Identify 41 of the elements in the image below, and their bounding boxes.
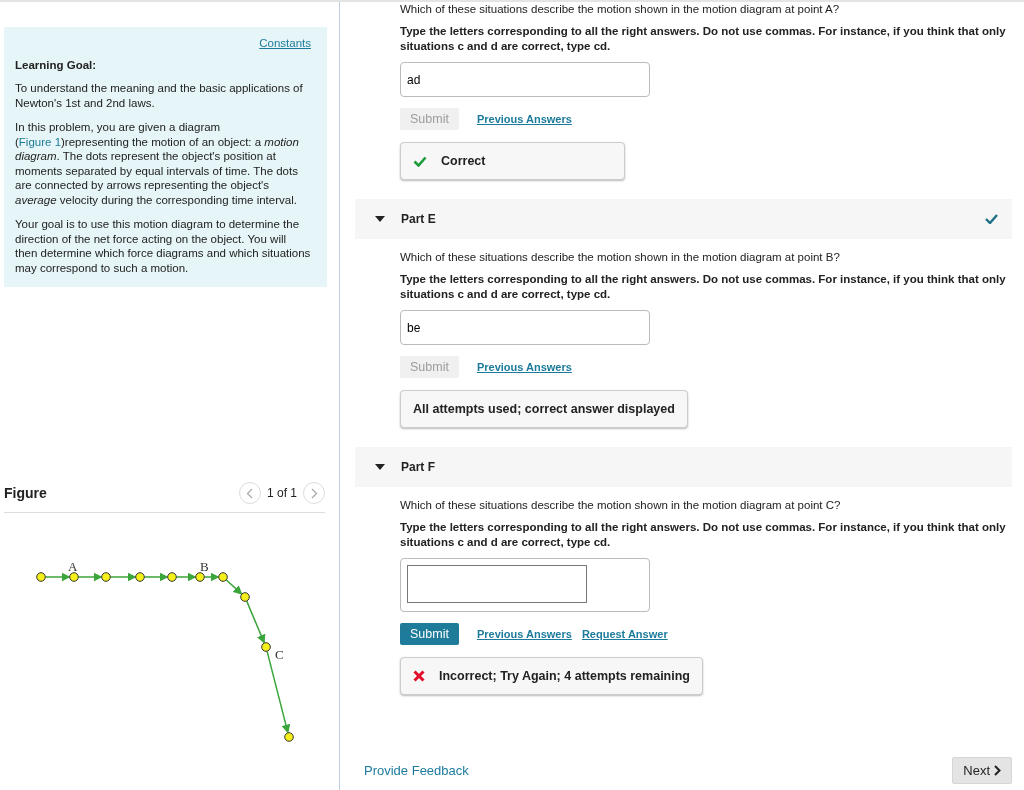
chevron-right-icon	[310, 487, 318, 499]
answer-field[interactable]: be	[400, 310, 650, 345]
intro-paragraph: Your goal is to use this motion diagram to determine the direction of the net force acting on the object. You will then determine which force diagrams and which situations may correspond to such a motion.	[15, 217, 311, 275]
feedback-text: Incorrect; Try Again; 4 attempts remaining	[439, 669, 690, 683]
instruction-text: Type the letters corresponding to all the right answers. Do not use commas. For instance, if you think that only situations c and d are correct, type cd.	[400, 24, 1007, 53]
chevron-left-icon	[246, 487, 254, 499]
goal-heading: Learning Goal:	[15, 59, 98, 71]
feedback-text: Correct	[441, 154, 486, 168]
instruction-text: Type the letters corresponding to all the right answers. Do not use commas. For instance, if you think that only situations c and d are correct, type cd.	[400, 272, 1007, 301]
part-header[interactable]: Part E	[355, 199, 1012, 239]
answer-link[interactable]: Previous Answers	[476, 361, 572, 373]
intro-paragraph: In this problem, you are given a diagram (Figure 1)representing the motion of an object: a motion diagram. The dots represent the object's position at moments separated by equal intervals of time. The dots are connected by arrows representing the object's average velocity during the corresponding time interval.	[15, 120, 300, 207]
answer-field[interactable]: ad	[400, 62, 650, 97]
intro-paragraph: To understand the meaning and the basic applications of Newton's 1st and 2nd laws.	[15, 81, 304, 110]
page-counter: 1 of 1	[266, 486, 297, 500]
question-text: Which of these situations describe the motion shown in the motion diagram at point A?	[400, 3, 841, 15]
cross-icon	[413, 670, 425, 682]
point-label: C	[275, 647, 284, 662]
next-figure-button[interactable]	[303, 482, 325, 504]
part-title: Part E	[401, 212, 437, 226]
figure-title: Figure	[4, 485, 47, 501]
part-title: Part F	[401, 460, 436, 474]
chevron-right-icon	[994, 765, 1001, 776]
submit-button[interactable]: Submit	[400, 623, 459, 645]
point-label: A	[68, 559, 78, 574]
answer-link[interactable]: Request Answer	[581, 628, 668, 640]
part-header[interactable]: Part F	[355, 447, 1012, 487]
question-text: Which of these situations describe the motion shown in the motion diagram at point B?	[400, 251, 841, 263]
answer-field[interactable]	[400, 558, 650, 612]
instruction-text: Type the letters corresponding to all the right answers. Do not use commas. For instance, if you think that only situations c and d are correct, type cd.	[400, 520, 1007, 549]
figure-link[interactable]: Figure 1	[18, 135, 62, 148]
feedback-link[interactable]: Provide Feedback	[364, 763, 469, 778]
question-text: Which of these situations describe the motion shown in the motion diagram at point C?	[400, 499, 842, 511]
answer-link[interactable]: Previous Answers	[476, 628, 572, 640]
constants-link[interactable]: Constants	[15, 37, 311, 49]
checkmark-icon	[413, 155, 427, 167]
next-button[interactable]: Next	[952, 757, 1012, 784]
point-label: B	[200, 559, 209, 574]
previous-button[interactable]	[238, 482, 261, 504]
answer-link[interactable]: Previous Answers	[476, 113, 572, 125]
feedback-text: All attempts used; correct answer displayed	[413, 402, 675, 416]
